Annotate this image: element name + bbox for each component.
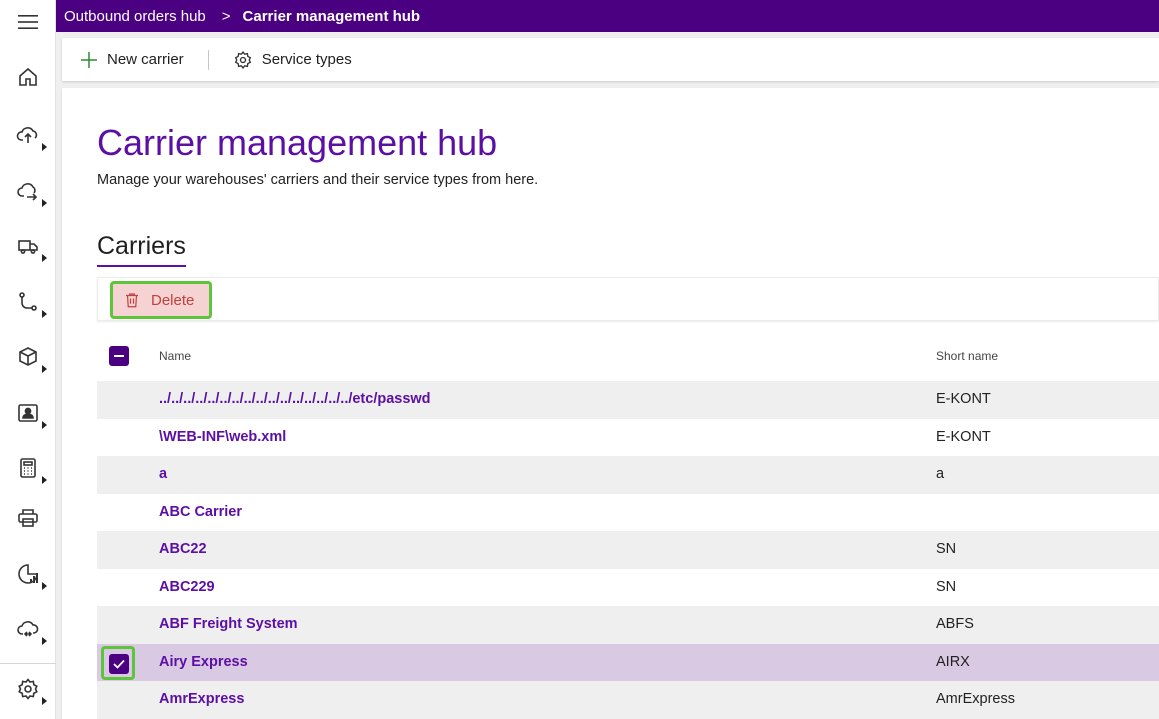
carrier-name-link[interactable]: ABC Carrier [159,504,242,520]
command-separator [207,49,209,70]
calculator-icon [20,458,36,478]
breadcrumb-parent[interactable]: Outbound orders hub [64,8,206,25]
table-row-selected[interactable]: Airy Express AIRX [97,643,1159,681]
nav-contacts[interactable] [0,393,56,433]
carrier-name-link[interactable]: Airy Express [159,654,248,670]
carrier-short-name: SN [936,578,957,595]
rail-divider [0,663,56,664]
inbound-icon [16,127,38,143]
row-checkbox-highlight [101,645,135,680]
trash-icon [126,293,138,308]
carrier-name-link[interactable]: AmrExpress [159,691,244,707]
nav-reports[interactable] [0,554,56,594]
grid-toolbar: Delete [97,277,1159,321]
table-row[interactable]: ABC229 SN [97,569,1159,607]
printer-icon [18,509,38,527]
nav-calculator[interactable] [0,448,56,488]
table-row[interactable]: \WEB-INF\web.xml E-KONT [97,419,1159,457]
home-icon [19,67,37,86]
nav-printing[interactable] [0,498,56,538]
delete-label: Delete [151,291,195,309]
nav-products[interactable] [0,337,56,377]
table-row[interactable]: ../../../../../../../../../../../../../.… [97,381,1159,419]
carrier-short-name: AmrExpress [936,691,1015,707]
service-types-button[interactable]: Service types [233,38,352,81]
nav-flows[interactable] [0,282,56,322]
cloud-sync-icon [17,621,39,637]
left-nav-rail [0,0,56,719]
delete-button[interactable]: Delete [110,281,212,319]
breadcrumb: Outbound orders hub > Carrier management… [56,0,1159,32]
row-checkbox[interactable] [109,653,129,674]
carrier-name-link[interactable]: a [159,466,167,482]
truck-icon [18,240,38,254]
nav-settings[interactable] [0,669,56,709]
table-row[interactable]: a a [97,456,1159,494]
table-row[interactable]: ABF Freight System ABFS [97,606,1159,644]
table-row[interactable]: ABC Carrier [97,494,1159,532]
carrier-name-link[interactable]: ABC22 [159,541,207,557]
carrier-name-link[interactable]: ../../../../../../../../../../../../../.… [159,391,431,407]
hamburger-menu-icon[interactable] [16,13,40,31]
main-panel: Carrier management hub Manage your wareh… [62,88,1159,719]
select-all-checkbox[interactable] [109,346,129,366]
breadcrumb-current: Carrier management hub [242,7,421,25]
page-description: Manage your warehouses' carriers and the… [97,172,539,188]
service-types-label: Service types [261,51,352,68]
checkmark-icon [113,659,125,669]
chart-icon [18,564,38,584]
command-bar: New carrier Service types [62,38,1159,81]
gear-icon [234,50,251,69]
column-header-short-name[interactable]: Short name [936,349,998,363]
nav-integrations[interactable] [0,609,56,649]
breadcrumb-separator: > [221,7,231,25]
carrier-short-name: a [936,466,945,482]
carrier-short-name: E-KONT [936,391,991,407]
carrier-short-name: ABFS [936,616,974,632]
carrier-short-name: SN [936,541,957,557]
nav-transport[interactable] [0,226,56,266]
new-carrier-label: New carrier [107,51,184,68]
person-card-icon [18,404,38,422]
carriers-grid: Name Short name ../../../../../../../../… [97,336,1159,719]
plus-icon [81,51,97,68]
carrier-name-link[interactable]: \WEB-INF\web.xml [159,429,286,445]
table-row[interactable]: ABC22 SN [97,531,1159,569]
carrier-name-link[interactable]: ABC229 [159,579,215,595]
new-carrier-button[interactable]: New carrier [80,38,184,81]
nav-home[interactable] [0,57,56,97]
table-row[interactable]: AmrExpress AmrExpress [97,681,1159,719]
tab-carriers[interactable]: Carriers [97,232,186,267]
nav-inbound[interactable] [0,115,56,155]
settings-icon [18,678,38,700]
carrier-name-link[interactable]: ABF Freight System [159,616,298,632]
package-icon [19,347,37,366]
page-title: Carrier management hub [97,122,498,163]
carrier-short-name: AIRX [936,653,970,670]
flow-icon [19,292,37,311]
column-header-name[interactable]: Name [159,349,191,363]
nav-outbound[interactable] [0,171,56,211]
carrier-short-name: E-KONT [936,428,991,445]
outbound-icon [17,183,38,201]
grid-header: Name Short name [97,336,1159,381]
